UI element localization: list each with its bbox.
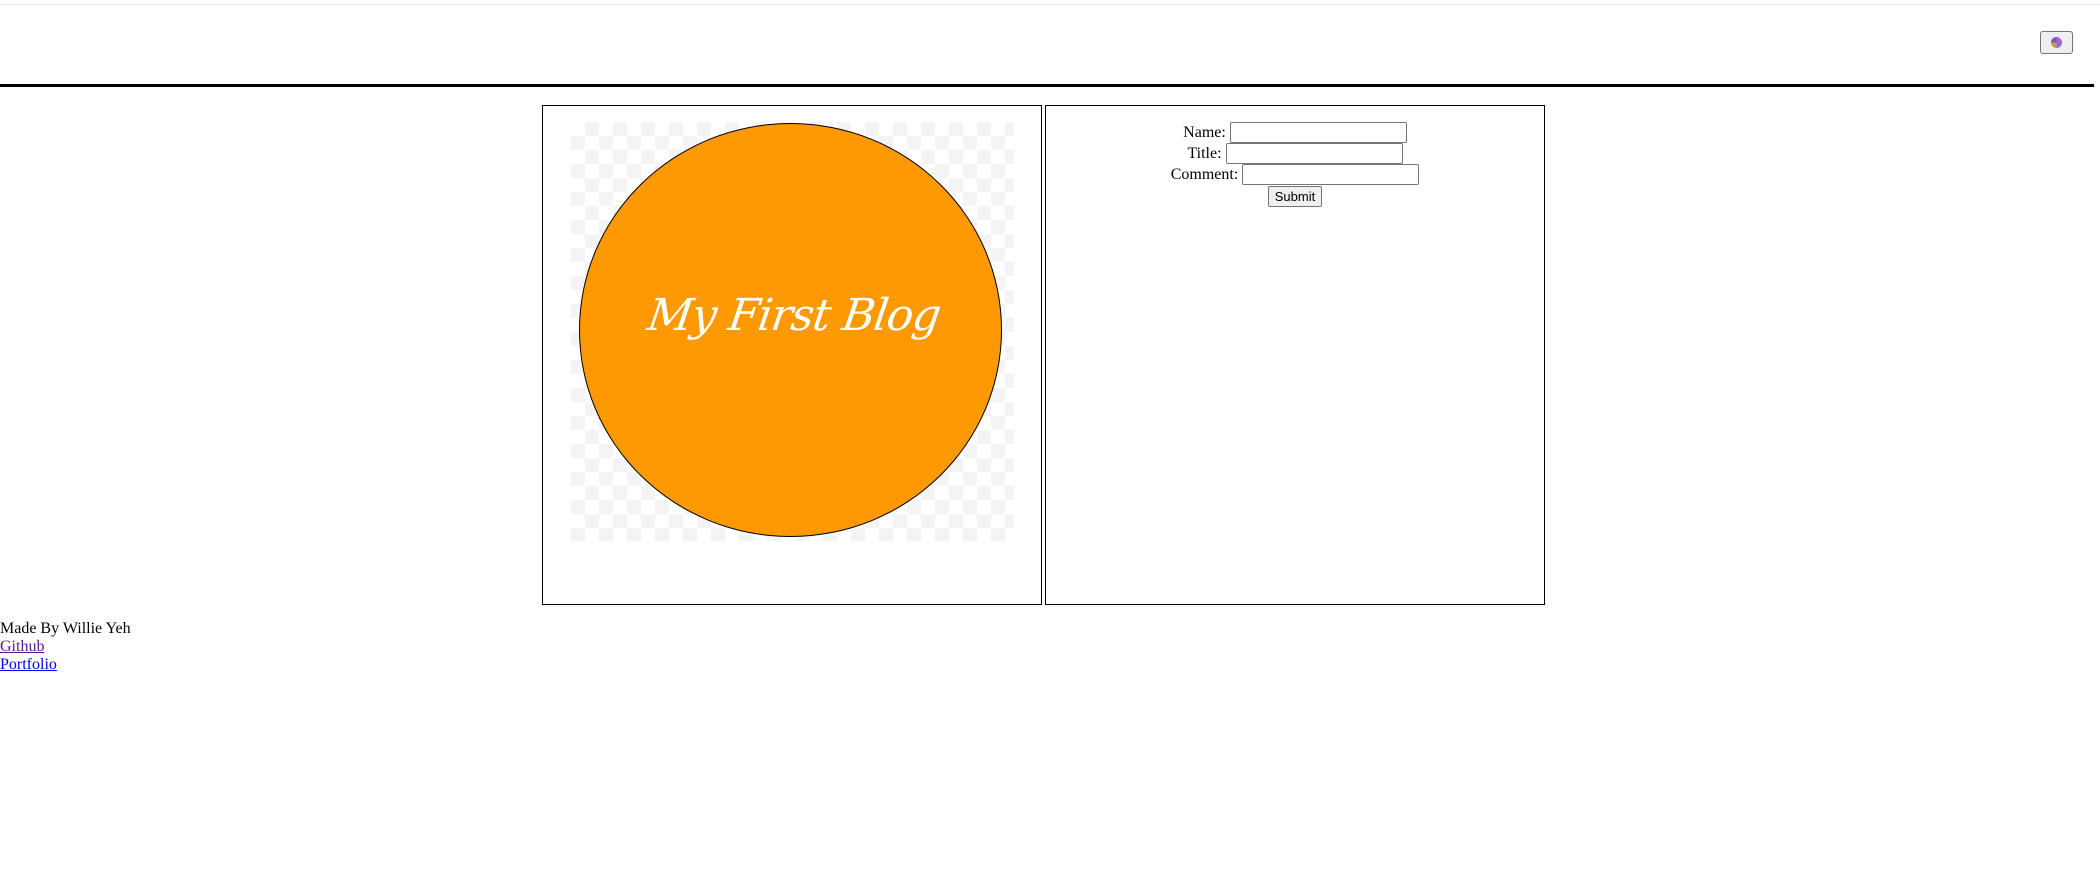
- theme-toggle-button[interactable]: [2040, 31, 2073, 54]
- comment-form: Name: Title: Comment: Submit: [1046, 122, 1544, 207]
- title-row: Title:: [1187, 143, 1403, 164]
- footer: Made By Willie Yeh Github Portfolio: [0, 620, 131, 674]
- blog-logo-text: My First Blog: [643, 289, 944, 341]
- name-label: Name:: [1183, 123, 1226, 141]
- comment-input[interactable]: [1242, 164, 1420, 185]
- theme-toggle-icon: [2051, 37, 2062, 48]
- submit-button[interactable]: Submit: [1267, 186, 1323, 207]
- footer-credit: Made By Willie Yeh: [0, 620, 131, 637]
- github-link[interactable]: Github: [0, 638, 131, 656]
- title-input[interactable]: [1225, 143, 1403, 164]
- name-row: Name:: [1183, 122, 1407, 143]
- comment-label: Comment:: [1170, 165, 1239, 183]
- comment-row: Comment:: [1171, 164, 1420, 185]
- name-input[interactable]: [1229, 122, 1407, 143]
- title-label: Title:: [1187, 144, 1222, 162]
- top-divider: [0, 4, 2100, 5]
- blog-logo: My First Blog: [579, 123, 1002, 537]
- header-divider: [0, 84, 2094, 87]
- logo-panel: My First Blog: [542, 105, 1042, 605]
- portfolio-link[interactable]: Portfolio: [0, 656, 131, 674]
- comment-panel: Name: Title: Comment: Submit: [1045, 105, 1545, 605]
